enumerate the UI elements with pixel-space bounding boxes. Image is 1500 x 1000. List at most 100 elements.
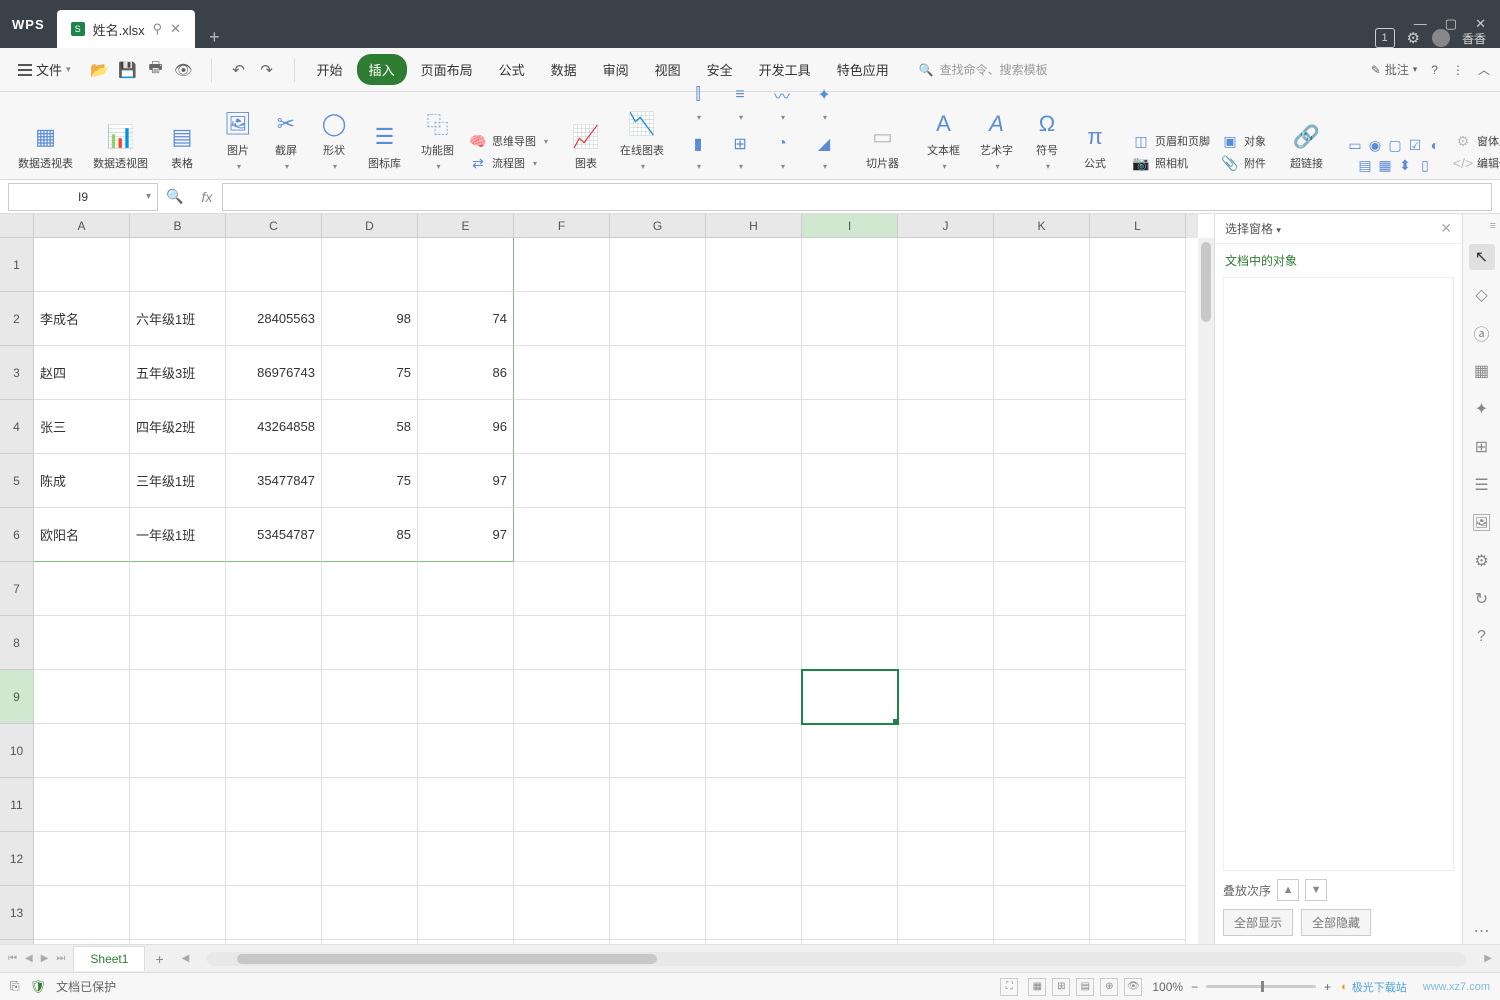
cell[interactable] [514,940,610,944]
cell[interactable] [898,940,994,944]
form-control-icon[interactable]: ▢ [1387,137,1403,153]
camera-button[interactable]: 📷照相机 [1133,153,1210,173]
cell[interactable]: 75 [322,346,418,400]
undo-icon[interactable]: ↶ [230,61,248,79]
more-tools-icon[interactable]: ⋯ [1469,918,1495,944]
show-all-button[interactable]: 全部显示 [1223,909,1293,936]
cell[interactable] [994,508,1090,562]
form-control-icon[interactable]: ☑ [1407,137,1423,153]
form-control-icon[interactable]: ◉ [1367,137,1383,153]
image-icon[interactable]: 🖼 [1469,510,1495,536]
row-header[interactable]: 6 [0,508,34,562]
cell[interactable] [610,616,706,670]
table-button[interactable]: ▤表格 [164,121,200,173]
save-icon[interactable]: 💾 [119,61,137,79]
cell[interactable] [898,346,994,400]
zoom-out-icon[interactable]: − [1191,980,1198,994]
cell[interactable] [994,562,1090,616]
ribbon-tab-审阅[interactable]: 审阅 [591,54,641,85]
cell[interactable] [130,832,226,886]
zoom-slider[interactable] [1206,985,1316,988]
close-pane-icon[interactable]: ✕ [1440,220,1452,237]
cell[interactable] [130,886,226,940]
cell[interactable] [226,724,322,778]
normal-view-icon[interactable]: ▦ [1028,978,1046,996]
column-header[interactable]: G [610,214,706,238]
cell[interactable] [34,724,130,778]
redo-icon[interactable]: ↷ [258,61,276,79]
cell[interactable]: 86 [418,346,514,400]
scroll-left-icon[interactable]: ◀ [182,953,190,964]
cell[interactable] [898,292,994,346]
cell[interactable] [994,454,1090,508]
chart-icon[interactable]: ✦ [1469,396,1495,422]
row-header[interactable]: 13 [0,886,34,940]
cell[interactable] [418,940,514,944]
horizontal-scrollbar[interactable] [207,952,1466,966]
cell[interactable] [226,886,322,940]
cell[interactable] [418,724,514,778]
cell[interactable] [34,778,130,832]
cell[interactable] [418,616,514,670]
settings-icon[interactable]: ⚙ [1469,548,1495,574]
row-header[interactable]: 10 [0,724,34,778]
sheet-nav-first-icon[interactable]: ⏮ [6,951,19,966]
cell[interactable]: 43264858 [226,400,322,454]
zoom-control[interactable]: 100% − + [1152,980,1331,994]
cell[interactable] [994,724,1090,778]
spark-col-button[interactable]: ⫿ [680,79,716,124]
cell[interactable]: 35477847 [226,454,322,508]
cell[interactable] [610,238,706,292]
ribbon-tab-数据[interactable]: 数据 [539,54,589,85]
hide-all-button[interactable]: 全部隐藏 [1301,909,1371,936]
select-all-corner[interactable] [0,214,34,238]
name-box[interactable]: I9 ▾ [8,183,158,211]
zoom-in-icon[interactable]: + [1324,980,1331,994]
cell[interactable] [706,724,802,778]
cell[interactable] [514,670,610,724]
cell[interactable] [1090,508,1186,562]
column-header[interactable]: D [322,214,418,238]
add-sheet-button[interactable]: + [145,951,173,967]
cell[interactable] [130,778,226,832]
cell[interactable] [418,238,514,292]
cell[interactable] [802,346,898,400]
cell[interactable] [610,346,706,400]
form-control-icon[interactable]: ▤ [1357,157,1373,173]
cell[interactable] [898,400,994,454]
cell[interactable]: 97 [418,508,514,562]
cell[interactable] [322,616,418,670]
ribbon-tab-页面布局[interactable]: 页面布局 [409,54,485,85]
row-header[interactable]: 2 [0,292,34,346]
cell[interactable] [1090,454,1186,508]
pivot-chart-button[interactable]: 📊数据透视图 [89,121,152,173]
cell[interactable] [802,238,898,292]
cell[interactable]: 28405563 [226,292,322,346]
object-button[interactable]: ▣对象 [1222,131,1266,151]
cell[interactable] [802,670,898,724]
pivot-table-button[interactable]: ▦数据透视表 [14,121,77,173]
cell[interactable] [322,940,418,944]
form-control-icon[interactable]: ▯ [1417,157,1433,173]
cell[interactable] [610,886,706,940]
cell[interactable]: 三年级1班 [130,454,226,508]
header-footer-button[interactable]: ◫页眉和页脚 [1133,131,1210,151]
wordart-button[interactable]: A艺术字 [976,108,1017,173]
sheet-nav-next-icon[interactable]: ▶ [39,951,51,966]
mindmap-button[interactable]: 🧠思维导图 [470,131,548,151]
column-header[interactable]: E [418,214,514,238]
cell[interactable] [1090,778,1186,832]
cell[interactable]: 96 [418,400,514,454]
cell[interactable] [610,724,706,778]
hyperlink-button[interactable]: 🔗超链接 [1286,121,1327,173]
spark-pie-button[interactable]: ◔ [764,128,800,173]
cell[interactable] [1090,940,1186,944]
column-header[interactable]: C [226,214,322,238]
cell[interactable] [514,292,610,346]
cell[interactable]: 85 [322,508,418,562]
cell[interactable]: 74 [418,292,514,346]
icon-library-button[interactable]: ☰图标库 [364,121,405,173]
cell[interactable] [610,292,706,346]
cell[interactable] [610,454,706,508]
cell[interactable] [130,940,226,944]
